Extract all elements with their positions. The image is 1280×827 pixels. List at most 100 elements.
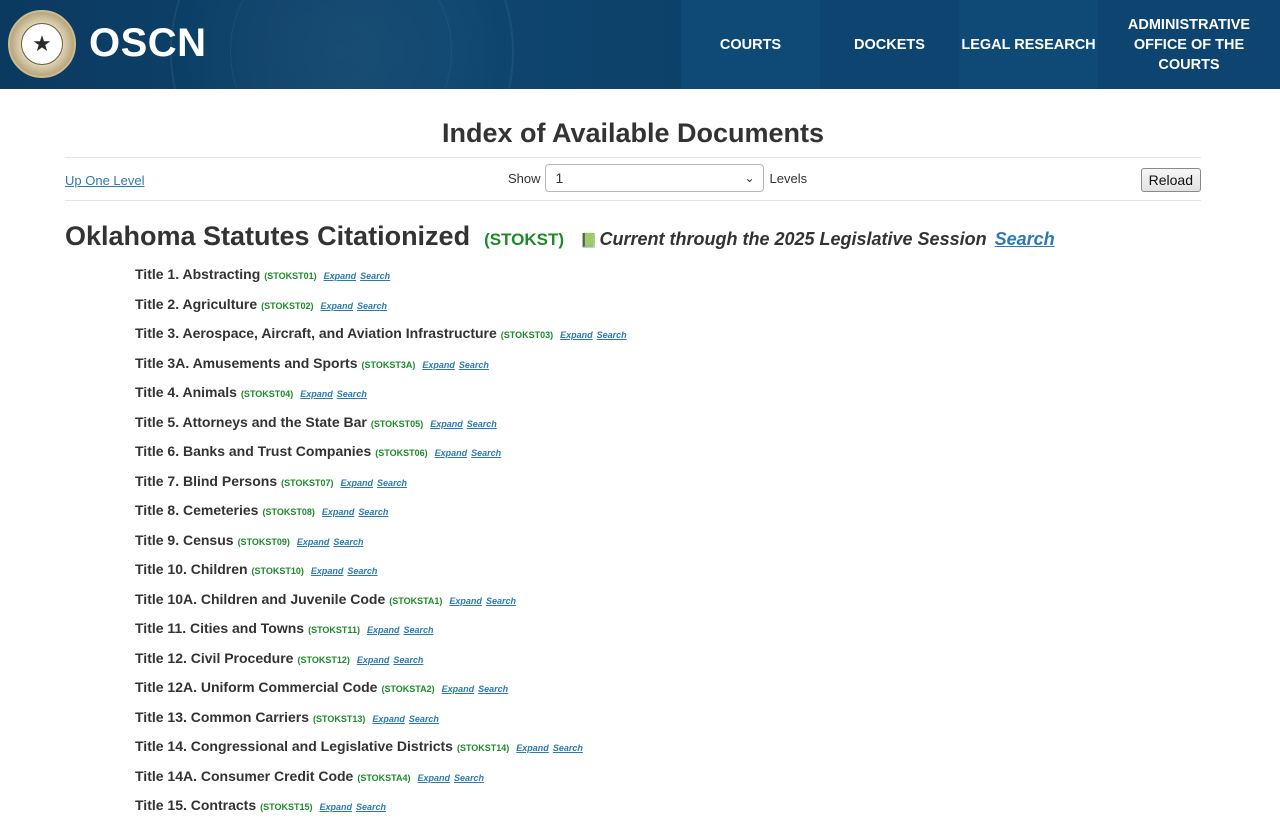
levels-select[interactable]: 1 ⌄ [544, 164, 764, 192]
expand-link[interactable]: Expand [319, 802, 352, 812]
title-name: Title 10. Children [135, 561, 248, 577]
search-link[interactable]: Search [597, 330, 627, 340]
title-name: Title 7. Blind Persons [135, 472, 278, 489]
levels-control: Show 1 ⌄ Levels [508, 161, 807, 195]
seal-star-icon: ★ [21, 23, 63, 65]
title-code: (STOKST11) [308, 625, 360, 635]
expand-link[interactable]: Expand [442, 684, 475, 694]
title-code: (STOKST07) [281, 477, 334, 488]
chevron-down-icon: ⌄ [744, 171, 755, 185]
site-brand[interactable]: OSCN [89, 21, 207, 66]
title-name: Title 6. Banks and Trust Companies [135, 443, 372, 459]
list-item: Title 6. Banks and Trust Companies (STOKS… [135, 443, 1201, 473]
title-code: (STOKST08) [262, 507, 315, 517]
title-code: (STOKST3A) [361, 359, 416, 370]
main-content: Index of Available Documents Up One Leve… [0, 89, 1280, 827]
title-code: (STOKST05) [370, 418, 424, 429]
nav-legal-research[interactable]: LEGAL RESEARCH [959, 0, 1098, 89]
list-item: Title 3. Aerospace, Aircraft, and Aviati… [135, 325, 1201, 355]
section-heading: Oklahoma Statutes Citationized (STOKST) … [65, 221, 1201, 252]
title-code: (STOKST01) [264, 271, 317, 281]
search-link[interactable]: Search [553, 743, 583, 753]
search-link[interactable]: Search [360, 271, 390, 281]
expand-link[interactable]: Expand [297, 537, 330, 547]
expand-link[interactable]: Expand [324, 271, 357, 281]
title-name: Title 13. Common Carriers [135, 708, 310, 725]
search-link[interactable]: Search [471, 448, 501, 458]
expand-link[interactable]: Expand [516, 743, 549, 753]
section-title: Oklahoma Statutes Citationized [65, 221, 471, 251]
up-one-level-link[interactable]: Up One Level [65, 173, 145, 188]
expand-link[interactable]: Expand [560, 330, 593, 340]
nav-administrative-office[interactable]: ADMINISTRATIVE OFFICE OF THE COURTS [1098, 0, 1280, 89]
title-code: (STOKSTA1) [389, 595, 443, 606]
search-link[interactable]: Search [358, 507, 388, 517]
expand-link[interactable]: Expand [435, 448, 468, 458]
expand-link[interactable]: Expand [320, 301, 353, 311]
expand-link[interactable]: Expand [449, 596, 482, 606]
expand-link[interactable]: Expand [367, 625, 400, 635]
list-item: Title 8. Cemeteries (STOKST08) Expand Searc… [135, 502, 1201, 532]
title-name: Title 4. Animals [135, 384, 237, 400]
expand-link[interactable]: Expand [430, 419, 463, 429]
title-code: (STOKST13) [313, 713, 366, 724]
title-code: (STOKSTA2) [381, 684, 435, 694]
currency-note: Current through the 2025 Legislative Ses… [599, 229, 987, 249]
search-link[interactable]: Search [333, 537, 363, 547]
list-item: Title 10. Children (STOKST10) Expand Search [135, 561, 1201, 591]
search-link[interactable]: Search [357, 301, 387, 311]
search-link[interactable]: Search [393, 655, 423, 665]
search-link[interactable]: Search [377, 478, 407, 488]
list-item: Title 9. Census (STOKST09) Expand Search [135, 532, 1201, 562]
title-name: Title 9. Census [135, 531, 234, 548]
title-name: Title 1. Abstracting [135, 266, 261, 282]
title-name: Title 8. Cemeteries [135, 502, 259, 518]
nav-courts[interactable]: COURTS [681, 0, 820, 89]
search-link[interactable]: Search [409, 714, 439, 724]
search-link[interactable]: Search [478, 684, 508, 694]
title-name: Title 3A. Amusements and Sports [135, 354, 358, 371]
search-link[interactable]: Search [347, 566, 377, 576]
list-item: Title 12. Civil Procedure (STOKST12) Expan… [135, 650, 1201, 680]
list-item: Title 14. Congressional and Legislative … [135, 738, 1201, 768]
expand-link[interactable]: Expand [322, 507, 355, 517]
title-name: Title 12A. Uniform Commercial Code [135, 679, 378, 695]
search-link[interactable]: Search [337, 389, 367, 399]
section-search-link[interactable]: Search [995, 229, 1055, 250]
expand-link[interactable]: Expand [418, 773, 451, 783]
supreme-court-seal-icon[interactable]: ★ [8, 10, 76, 78]
list-item: Title 12A. Uniform Commercial Code (STOKS… [135, 679, 1201, 709]
list-item: Title 7. Blind Persons (STOKST07) Expand Se… [135, 473, 1201, 503]
title-code: (STOKST15) [260, 802, 313, 812]
search-link[interactable]: Search [459, 360, 489, 370]
levels-select-value: 1 [555, 170, 564, 186]
title-name: Title 5. Attorneys and the State Bar [135, 413, 367, 430]
expand-link[interactable]: Expand [311, 566, 344, 576]
title-name: Title 11. Cities and Towns [135, 620, 305, 636]
search-link[interactable]: Search [467, 419, 497, 429]
expand-link[interactable]: Expand [300, 389, 333, 399]
expand-link[interactable]: Expand [422, 360, 455, 370]
list-item: Title 3A. Amusements and Sports (STOKST3A… [135, 355, 1201, 385]
search-link[interactable]: Search [356, 802, 386, 812]
expand-link[interactable]: Expand [372, 714, 405, 724]
reload-button[interactable]: Reload [1140, 168, 1201, 192]
nav-dockets[interactable]: DOCKETS [820, 0, 959, 89]
main-nav: COURTS DOCKETS LEGAL RESEARCH ADMINISTRA… [681, 0, 1280, 89]
expand-link[interactable]: Expand [340, 478, 373, 488]
title-name: Title 12. Civil Procedure [135, 649, 294, 666]
index-toolbar: Up One Level Show 1 ⌄ Levels Reload [65, 157, 1201, 201]
list-item: Title 1. Abstracting (STOKST01) Expand Sear… [135, 266, 1201, 296]
section-code: (STOKST) [484, 230, 565, 249]
search-link[interactable]: Search [403, 625, 433, 635]
list-item: Title 10A. Children and Juvenile Code (ST… [135, 591, 1201, 621]
search-link[interactable]: Search [454, 773, 484, 783]
search-link[interactable]: Search [486, 596, 516, 606]
expand-link[interactable]: Expand [357, 655, 390, 665]
list-item: Title 15. Contracts (STOKST15) Expand Searc… [135, 797, 1201, 827]
title-code: (STOKST14) [456, 743, 510, 753]
title-code: (STOKST03) [500, 330, 554, 340]
page-title: Index of Available Documents [441, 118, 825, 148]
title-code: (STOKST06) [375, 448, 428, 458]
show-label: Show [508, 170, 541, 186]
